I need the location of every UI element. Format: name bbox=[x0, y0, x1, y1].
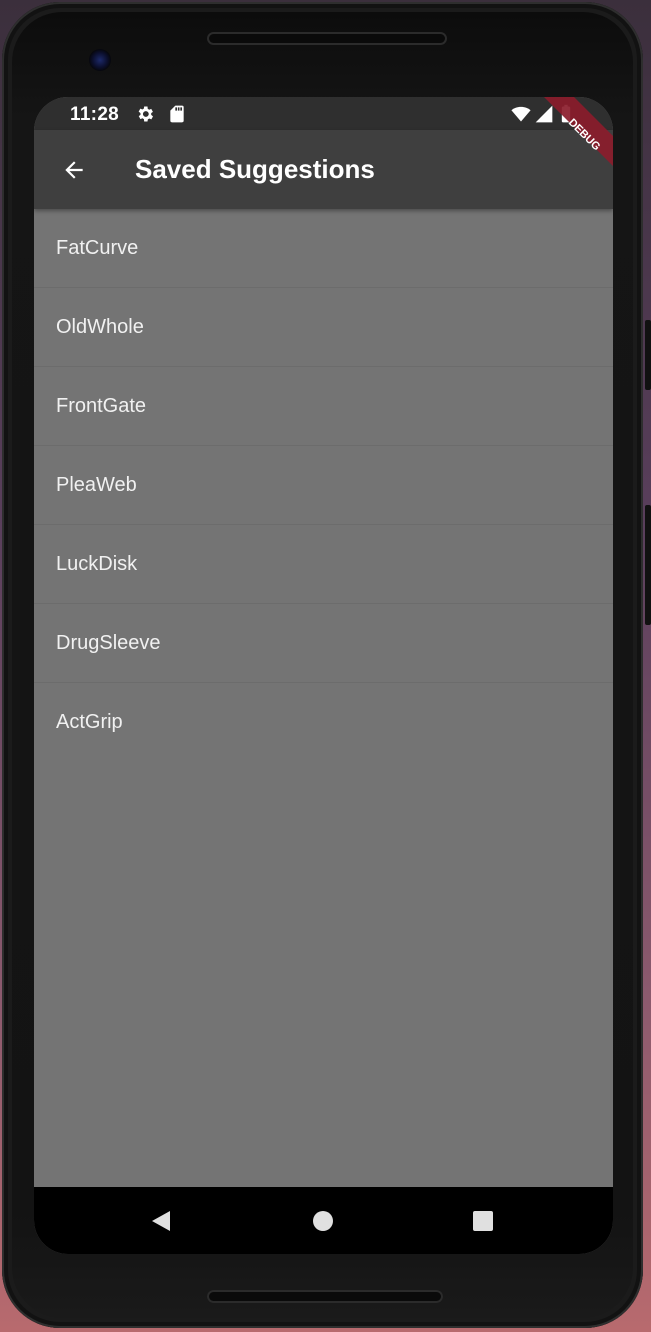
volume-button bbox=[645, 320, 651, 390]
nav-home-button[interactable] bbox=[303, 1201, 343, 1241]
suggestion-label: LuckDisk bbox=[56, 552, 138, 575]
battery-icon bbox=[561, 104, 571, 123]
back-button[interactable] bbox=[54, 150, 94, 190]
signal-icon bbox=[535, 105, 553, 123]
list-item[interactable]: PleaWeb bbox=[34, 446, 613, 525]
status-bar: 11:28 bbox=[34, 97, 613, 130]
list-item[interactable]: ActGrip bbox=[34, 683, 613, 761]
suggestion-label: PleaWeb bbox=[56, 473, 137, 496]
list-item[interactable]: FatCurve bbox=[34, 209, 613, 288]
device-screen: 11:28 Saved Suggestions FatCurve OldWhol… bbox=[34, 97, 613, 1254]
back-triangle-icon bbox=[152, 1211, 170, 1231]
nav-recents-button[interactable] bbox=[463, 1201, 503, 1241]
saved-suggestions-list: FatCurve OldWhole FrontGate PleaWeb Luck… bbox=[34, 209, 613, 761]
suggestion-label: DrugSleeve bbox=[56, 631, 161, 654]
list-item[interactable]: FrontGate bbox=[34, 367, 613, 446]
list-item[interactable]: LuckDisk bbox=[34, 525, 613, 604]
gear-icon bbox=[138, 106, 153, 122]
suggestion-label: OldWhole bbox=[56, 315, 144, 338]
sd-card-icon bbox=[170, 105, 184, 123]
nav-back-button[interactable] bbox=[141, 1201, 181, 1241]
wifi-icon bbox=[511, 106, 531, 122]
top-speaker bbox=[207, 32, 447, 45]
home-circle-icon bbox=[313, 1211, 333, 1231]
bottom-speaker bbox=[207, 1290, 443, 1303]
list-item[interactable]: OldWhole bbox=[34, 288, 613, 367]
page-title: Saved Suggestions bbox=[135, 154, 375, 184]
list-item[interactable]: DrugSleeve bbox=[34, 604, 613, 683]
recents-square-icon bbox=[473, 1211, 493, 1231]
front-camera bbox=[89, 49, 111, 71]
suggestion-label: FrontGate bbox=[56, 394, 147, 417]
power-button bbox=[645, 505, 651, 625]
arrow-back-icon bbox=[65, 161, 83, 179]
suggestion-label: ActGrip bbox=[56, 710, 123, 733]
status-time: 11:28 bbox=[70, 104, 120, 125]
app-bar: Saved Suggestions bbox=[34, 130, 613, 209]
system-navigation-bar bbox=[34, 1187, 613, 1254]
suggestion-label: FatCurve bbox=[56, 236, 139, 259]
